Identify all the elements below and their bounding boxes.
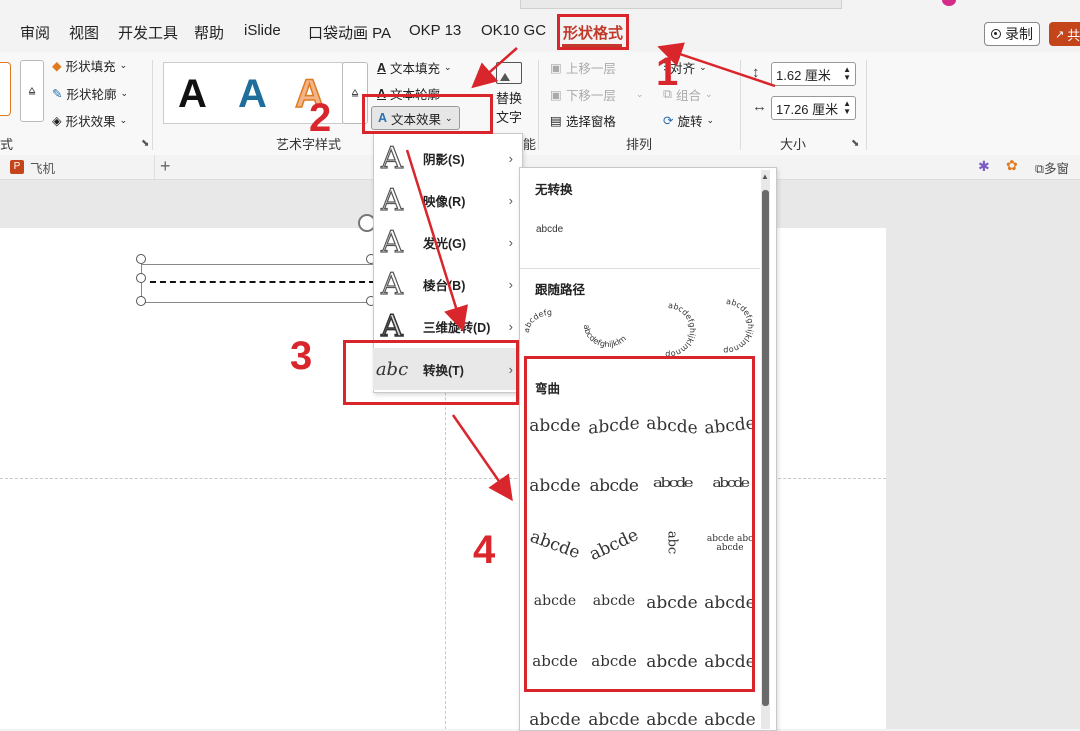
arrow-2 (471, 47, 518, 89)
annotation-arrows (405, 42, 776, 502)
arrow-1 (657, 42, 776, 88)
arrow-3 (405, 149, 469, 332)
arrow-4 (451, 414, 513, 502)
